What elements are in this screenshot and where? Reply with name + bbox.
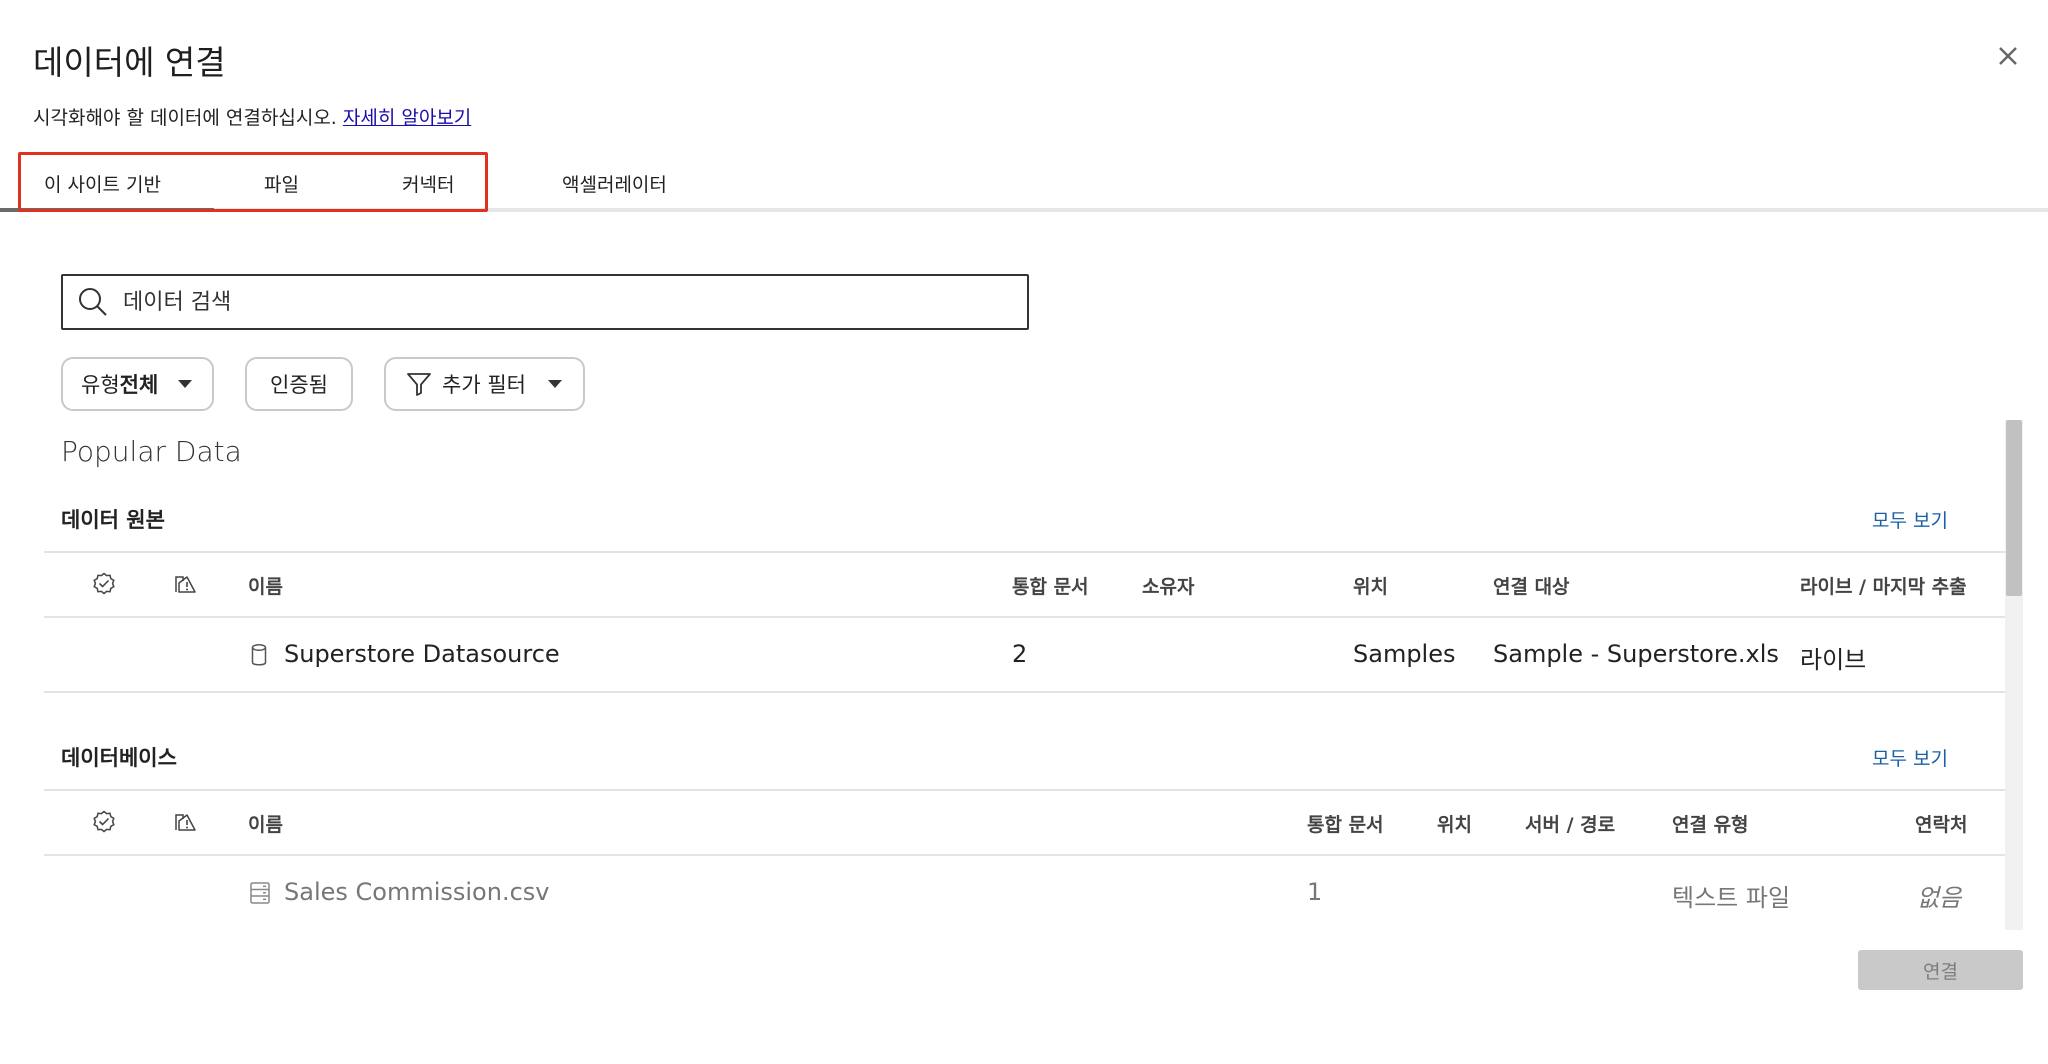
more-filters-label: 추가 필터 — [442, 373, 526, 397]
column-header-workbooks[interactable]: 통합 문서 — [1307, 810, 1384, 837]
connected-to-value: Sample - Superstore.xls — [1493, 640, 1779, 668]
column-header-location[interactable]: 위치 — [1437, 810, 1472, 837]
more-filters-dropdown[interactable]: 추가 필터 — [384, 357, 585, 411]
certified-column-icon — [92, 810, 116, 834]
subtitle-text: 시각화해야 할 데이터에 연결하십시오. — [33, 107, 337, 129]
chevron-down-icon — [178, 380, 193, 388]
certified-filter-button[interactable]: 인증됨 — [245, 357, 353, 411]
search-input[interactable] — [123, 289, 983, 315]
contact-value: 없음 — [1917, 884, 1962, 912]
data-sources-title: 데이터 원본 — [61, 508, 165, 532]
databases-see-all-link[interactable]: 모두 보기 — [1872, 744, 1948, 771]
annotation-highlight-box — [18, 152, 488, 212]
datasource-cylinder-icon — [250, 643, 268, 667]
dialog-title: 데이터에 연결 — [33, 43, 226, 82]
popular-data-heading: Popular Data — [61, 435, 242, 468]
column-header-workbooks[interactable]: 통합 문서 — [1012, 572, 1089, 599]
data-quality-warning-column-icon — [173, 810, 197, 834]
certified-filter-label: 인증됨 — [270, 373, 328, 397]
location-link[interactable]: Samples — [1353, 640, 1456, 668]
data-sources-see-all-link[interactable]: 모두 보기 — [1872, 506, 1948, 533]
chevron-down-icon — [547, 380, 562, 388]
divider — [44, 616, 2006, 618]
connect-button[interactable]: 연결 — [1858, 950, 2023, 990]
column-header-owner[interactable]: 소유자 — [1142, 572, 1194, 599]
column-header-name[interactable]: 이름 — [248, 572, 283, 599]
funnel-icon — [407, 373, 431, 396]
datasource-name-link[interactable]: Superstore Datasource — [284, 640, 560, 668]
divider — [44, 789, 2006, 791]
column-header-live-extract[interactable]: 라이브 / 마지막 추출 — [1800, 572, 1967, 599]
close-icon — [1999, 47, 2017, 65]
scrollbar-thumb[interactable] — [2006, 420, 2022, 596]
column-header-server-path[interactable]: 서버 / 경로 — [1525, 810, 1615, 837]
workbooks-count: 1 — [1307, 878, 1323, 906]
database-server-icon — [249, 881, 271, 905]
divider — [44, 551, 2006, 553]
search-box — [61, 274, 1029, 330]
certified-column-icon — [92, 572, 116, 596]
learn-more-link[interactable]: 자세히 알아보기 — [343, 107, 471, 129]
database-name-link[interactable]: Sales Commission.csv — [284, 878, 549, 906]
search-icon — [77, 286, 109, 318]
type-filter-prefix: 유형 — [81, 373, 120, 397]
column-header-contact[interactable]: 연락처 — [1915, 810, 1967, 837]
column-header-connected-to[interactable]: 연결 대상 — [1493, 572, 1570, 599]
type-filter-value: 전체 — [119, 373, 159, 397]
data-quality-warning-column-icon — [173, 572, 197, 596]
divider — [44, 691, 2006, 693]
workbooks-count: 2 — [1012, 640, 1028, 668]
column-header-location[interactable]: 위치 — [1353, 572, 1388, 599]
databases-title: 데이터베이스 — [61, 746, 177, 770]
type-filter-dropdown[interactable]: 유형 전체 — [61, 357, 214, 411]
live-extract-value: 라이브 — [1800, 646, 1867, 674]
dialog-subtitle: 시각화해야 할 데이터에 연결하십시오. 자세히 알아보기 — [33, 103, 471, 130]
tab-accelerators[interactable]: 액셀러레이터 — [562, 170, 667, 197]
close-button[interactable] — [1988, 36, 2028, 76]
divider — [44, 854, 2006, 856]
column-header-name[interactable]: 이름 — [248, 810, 283, 837]
column-header-connection-type[interactable]: 연결 유형 — [1672, 810, 1749, 837]
connection-type-value: 텍스트 파일 — [1672, 884, 1791, 912]
